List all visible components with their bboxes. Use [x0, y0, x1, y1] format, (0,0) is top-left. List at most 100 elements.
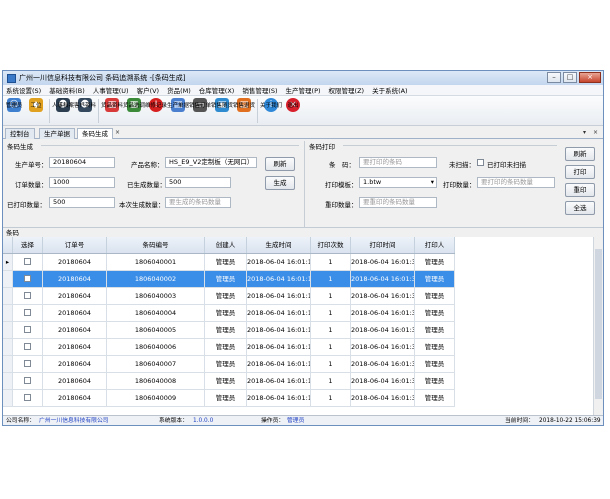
row-checkbox[interactable]: [23, 292, 31, 299]
menu-item-1[interactable]: 基础资料(B): [49, 85, 85, 95]
column-header[interactable]: 打印时间: [351, 237, 415, 253]
toolbar-button-production-doc[interactable]: ▤ 生产单据: [167, 96, 189, 125]
print-qty-input[interactable]: 要打印的条码数量: [477, 177, 555, 188]
code-input[interactable]: 要打印的条码: [359, 157, 437, 168]
refresh-generate-button[interactable]: 刷新: [265, 157, 295, 171]
table-row[interactable]: 20180604 1806040008 管理员 2018-06-04 16:01:14…: [3, 373, 455, 390]
select-cell[interactable]: [13, 322, 43, 338]
printed-unscanned-checkbox[interactable]: [477, 159, 484, 166]
column-header[interactable]: 打印次数: [311, 237, 351, 253]
row-checkbox[interactable]: [23, 394, 31, 401]
toolbar-button-sales-order[interactable]: ▭ 销售订单: [189, 96, 211, 125]
generated-field[interactable]: 500: [165, 177, 231, 188]
select-cell[interactable]: [13, 339, 43, 355]
printed-field[interactable]: 500: [49, 197, 115, 208]
order-no-field[interactable]: 20180604: [49, 157, 115, 168]
order-qty-field[interactable]: 1000: [49, 177, 115, 188]
close-button[interactable]: ×: [579, 72, 601, 83]
row-checkbox[interactable]: [23, 326, 31, 333]
toolbar-button-staff[interactable]: ☻ 人事档案: [52, 96, 74, 125]
table-row[interactable]: 20180604 1806040005 管理员 2018-06-04 16:01:14…: [3, 322, 455, 339]
toolbar-button-customer[interactable]: ☻ 客户资料: [74, 96, 96, 125]
select-cell[interactable]: [13, 305, 43, 321]
menu-item-6[interactable]: 销售管理(S): [242, 85, 277, 95]
row-header[interactable]: [3, 356, 13, 372]
row-checkbox[interactable]: [23, 275, 31, 282]
toolbar-button-admin[interactable]: ☺ 管理员: [6, 96, 22, 125]
table-row[interactable]: 20180604 1806040007 管理员 2018-06-04 16:01:14…: [3, 356, 455, 373]
select-cell[interactable]: [13, 373, 43, 389]
select-cell[interactable]: [13, 254, 43, 270]
group-title-generate: 条码生成: [7, 143, 33, 151]
toolbar-button-workstation[interactable]: ◆ 工位: [29, 96, 43, 125]
toolbar-button-info[interactable]: i 关于我们: [260, 96, 282, 125]
this-gen-qty-input[interactable]: 要生成的条码数量: [165, 197, 231, 208]
table-cell: 20180604: [43, 390, 107, 406]
row-header[interactable]: [3, 339, 13, 355]
select-cell[interactable]: [13, 271, 43, 287]
row-header[interactable]: [3, 390, 13, 406]
menu-item-2[interactable]: 人事管理(U): [93, 85, 129, 95]
select-cell[interactable]: [13, 356, 43, 372]
scrollbar-thumb[interactable]: [595, 249, 602, 399]
table-row[interactable]: 20180604 1806040004 管理员 2018-06-04 16:01:14…: [3, 305, 455, 322]
row-header[interactable]: [3, 373, 13, 389]
menu-item-5[interactable]: 仓库管理(X): [199, 85, 235, 95]
tab-close-all-icon[interactable]: ×: [591, 128, 600, 137]
product-field[interactable]: HS_E9_V2定制板（无网口）: [165, 157, 257, 168]
column-header[interactable]: 打印人: [415, 237, 455, 253]
tab-list-dropdown-icon[interactable]: ▾: [580, 128, 589, 137]
table-row[interactable]: ▸ 20180604 1806040001 管理员 2018-06-04 16:01:1…: [3, 254, 455, 271]
tab-close-icon[interactable]: ×: [113, 128, 122, 137]
reprint-qty-input[interactable]: 要重印的条码数量: [359, 197, 437, 208]
select-cell[interactable]: [13, 288, 43, 304]
table-row[interactable]: 20180604 1806040002 管理员 2018-06-04 16:01:14…: [3, 271, 455, 288]
toolbar-button-goods-select[interactable]: ▦ 货品选调: [123, 96, 145, 125]
table-row[interactable]: 20180604 1806040009 管理员 2018-06-04 16:01:14…: [3, 390, 455, 407]
toolbar-button-sales-return[interactable]: ▤ 销售退货: [233, 96, 255, 125]
menu-item-8[interactable]: 权限管理(Z): [329, 85, 365, 95]
menu-item-0[interactable]: 系统设置(S): [6, 85, 41, 95]
tab-barcode-generate[interactable]: 条码生成: [77, 128, 113, 139]
column-header[interactable]: 创建人: [205, 237, 247, 253]
table-row[interactable]: 20180604 1806040006 管理员 2018-06-04 16:01:14…: [3, 339, 455, 356]
row-header[interactable]: ▸: [3, 254, 13, 270]
column-header[interactable]: 选择: [13, 237, 43, 253]
table-cell: 管理员: [415, 390, 455, 406]
toolbar-button-goods[interactable]: ▥ 货品资料: [101, 96, 123, 125]
toolbar-button-sales-ship[interactable]: ▣ 销售随货: [211, 96, 233, 125]
column-header[interactable]: 条码编号: [107, 237, 205, 253]
reprint-button[interactable]: 重印: [565, 183, 595, 197]
select-cell[interactable]: [13, 390, 43, 406]
template-select[interactable]: 1.btw ▾: [359, 177, 437, 188]
row-checkbox[interactable]: [23, 258, 31, 265]
row-checkbox[interactable]: [23, 343, 31, 350]
menu-item-4[interactable]: 货品(M): [167, 85, 191, 95]
operator-value: 管理员: [287, 418, 305, 424]
print-button[interactable]: 打印: [565, 165, 595, 179]
toolbar-button-exit[interactable]: × 退出: [286, 96, 300, 125]
tab-console[interactable]: 控制台: [5, 128, 35, 139]
menu-item-9[interactable]: 关于系统(A): [372, 85, 408, 95]
row-checkbox[interactable]: [23, 360, 31, 367]
column-header[interactable]: 生成时间: [247, 237, 311, 253]
refresh-print-button[interactable]: 刷新: [565, 147, 595, 161]
menu-item-3[interactable]: 客户(V): [137, 85, 160, 95]
row-header[interactable]: [3, 322, 13, 338]
menu-item-7[interactable]: 生产管理(P): [286, 85, 321, 95]
row-checkbox[interactable]: [23, 377, 31, 384]
generate-button[interactable]: 生成: [265, 176, 295, 190]
row-checkbox[interactable]: [23, 309, 31, 316]
tab-production-doc[interactable]: 生产单据: [39, 128, 75, 139]
maximize-button[interactable]: □: [563, 72, 577, 83]
row-header[interactable]: [3, 288, 13, 304]
row-header[interactable]: [3, 271, 13, 287]
row-header[interactable]: [3, 305, 13, 321]
minimize-button[interactable]: –: [547, 72, 561, 83]
select-all-button[interactable]: 全选: [565, 201, 595, 215]
vertical-scrollbar[interactable]: [593, 237, 603, 415]
table-row[interactable]: 20180604 1806040003 管理员 2018-06-04 16:01:14…: [3, 288, 455, 305]
this-gen-label: 本次生成数量：: [119, 201, 165, 209]
column-header[interactable]: 订单号: [43, 237, 107, 253]
toolbar-button-repair[interactable]: ! 维修记录: [145, 96, 167, 125]
